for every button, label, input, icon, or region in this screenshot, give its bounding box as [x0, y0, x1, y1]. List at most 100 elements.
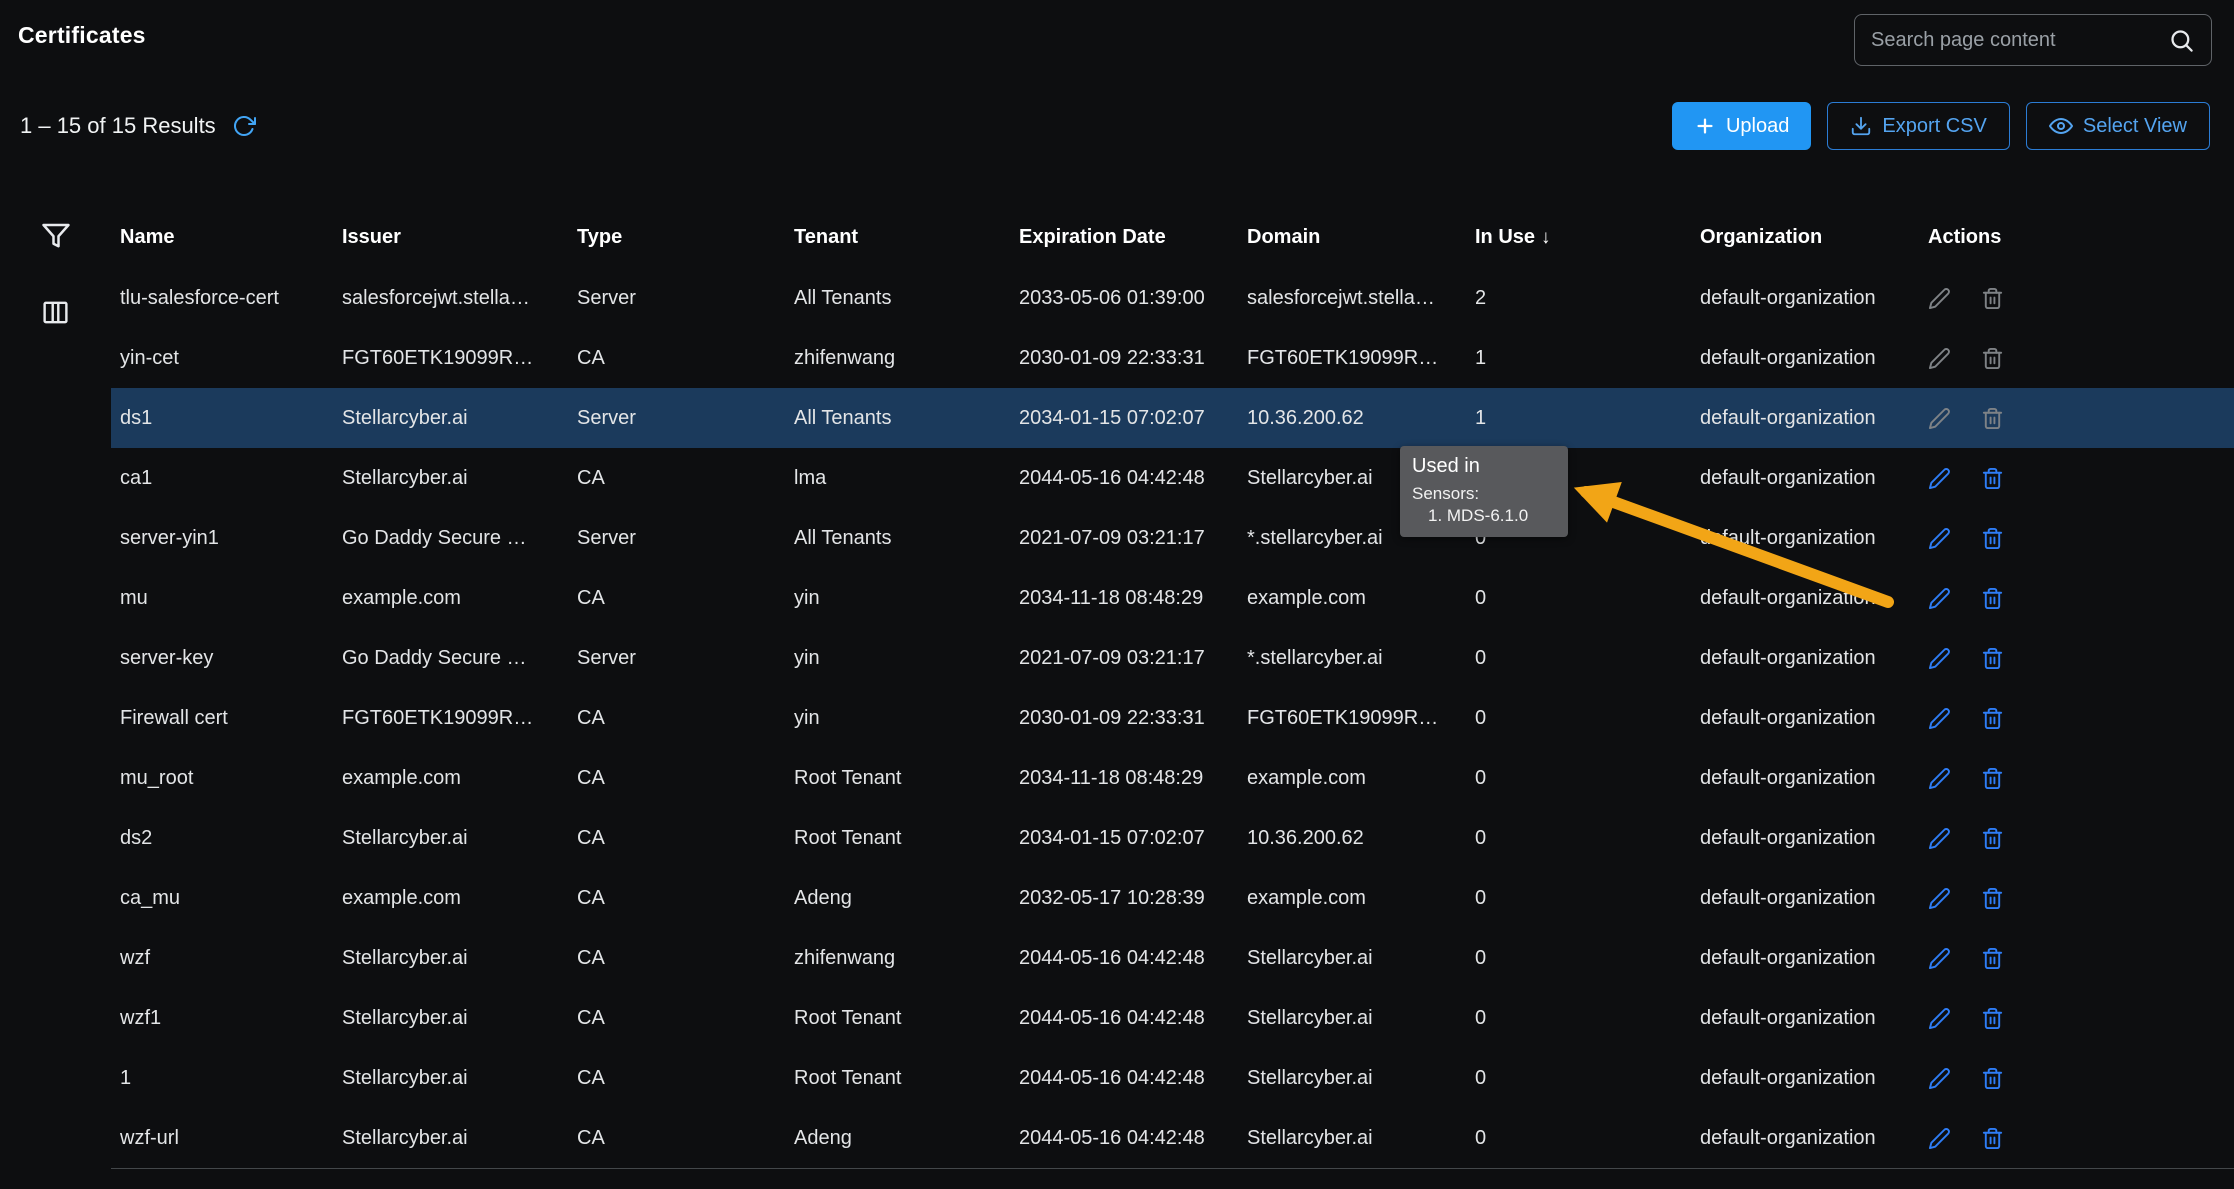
- export-csv-button[interactable]: Export CSV: [1827, 102, 2009, 150]
- column-header-organization[interactable]: Organization: [1700, 206, 1928, 268]
- table-row[interactable]: server-key Go Daddy Secure … Server yin …: [111, 628, 2234, 688]
- column-header-issuer[interactable]: Issuer: [342, 206, 577, 268]
- delete-icon[interactable]: [1981, 707, 2004, 730]
- edit-icon[interactable]: [1928, 827, 1951, 850]
- delete-icon[interactable]: [1981, 467, 2004, 490]
- cell-type: CA: [577, 988, 794, 1048]
- delete-icon[interactable]: [1981, 647, 2004, 670]
- column-label: Type: [577, 226, 622, 248]
- column-header-name[interactable]: Name: [111, 206, 342, 268]
- table-row[interactable]: wzf-url Stellarcyber.ai CA Adeng 2044-05…: [111, 1108, 2234, 1168]
- column-header-type[interactable]: Type: [577, 206, 794, 268]
- search-icon[interactable]: [2168, 27, 2195, 54]
- cell-expiration-date: 2034-11-18 08:48:29: [1019, 568, 1247, 628]
- cell-issuer: example.com: [342, 568, 577, 628]
- delete-icon[interactable]: [1981, 767, 2004, 790]
- cell-actions: [1928, 928, 2234, 988]
- cell-type: Server: [577, 388, 794, 448]
- edit-icon[interactable]: [1928, 1007, 1951, 1030]
- delete-icon[interactable]: [1981, 827, 2004, 850]
- table-row[interactable]: ca_mu example.com CA Adeng 2032-05-17 10…: [111, 868, 2234, 928]
- cell-in-use: 2: [1475, 268, 1700, 328]
- toolbar-buttons: Upload Export CSV Select View: [1672, 102, 2210, 150]
- column-header-in-use[interactable]: In Use↓: [1475, 206, 1700, 268]
- table-row[interactable]: ds2 Stellarcyber.ai CA Root Tenant 2034-…: [111, 808, 2234, 868]
- cell-type: CA: [577, 688, 794, 748]
- table-header-row: NameIssuerType TenantExpiration DateDomai…: [111, 206, 2234, 268]
- delete-icon[interactable]: [1981, 887, 2004, 910]
- edit-icon[interactable]: [1928, 767, 1951, 790]
- cell-tenant: Root Tenant: [794, 1048, 1019, 1108]
- select-view-button[interactable]: Select View: [2026, 102, 2210, 150]
- edit-icon[interactable]: [1928, 527, 1951, 550]
- delete-icon: [1981, 347, 2004, 370]
- cell-name: mu: [111, 568, 342, 628]
- results-bar: 1 – 15 of 15 Results Upload Export CSV S…: [0, 72, 2234, 150]
- cell-domain: Stellarcyber.ai: [1247, 988, 1475, 1048]
- cell-type: CA: [577, 568, 794, 628]
- cell-type: Server: [577, 508, 794, 568]
- table-row[interactable]: mu example.com CA yin 2034-11-18 08:48:2…: [111, 568, 2234, 628]
- edit-icon[interactable]: [1928, 887, 1951, 910]
- cell-in-use: 0: [1475, 808, 1700, 868]
- edit-icon[interactable]: [1928, 1067, 1951, 1090]
- cell-name: mu_root: [111, 748, 342, 808]
- edit-icon[interactable]: [1928, 707, 1951, 730]
- search-input[interactable]: [1871, 29, 2168, 52]
- edit-icon[interactable]: [1928, 467, 1951, 490]
- cell-expiration-date: 2044-05-16 04:42:48: [1019, 1048, 1247, 1108]
- delete-icon[interactable]: [1981, 1067, 2004, 1090]
- edit-icon[interactable]: [1928, 947, 1951, 970]
- edit-icon[interactable]: [1928, 647, 1951, 670]
- cell-issuer: FGT60ETK19099R…: [342, 328, 577, 388]
- table-row[interactable]: wzf Stellarcyber.ai CA zhifenwang 2044-0…: [111, 928, 2234, 988]
- delete-icon[interactable]: [1981, 947, 2004, 970]
- upload-button[interactable]: Upload: [1672, 102, 1811, 150]
- column-header-domain[interactable]: Domain: [1247, 206, 1475, 268]
- table-row[interactable]: tlu-salesforce-cert salesforcejwt.stella…: [111, 268, 2234, 328]
- cell-name: wzf: [111, 928, 342, 988]
- table-row[interactable]: Firewall cert FGT60ETK19099R… CA yin 203…: [111, 688, 2234, 748]
- table-row[interactable]: 1 Stellarcyber.ai CA Root Tenant 2044-05…: [111, 1048, 2234, 1108]
- table-row[interactable]: wzf1 Stellarcyber.ai CA Root Tenant 2044…: [111, 988, 2234, 1048]
- column-header-actions[interactable]: Actions: [1928, 206, 2234, 268]
- sort-descending-icon: ↓: [1541, 227, 1551, 248]
- columns-icon[interactable]: [41, 298, 70, 327]
- table-row[interactable]: mu_root example.com CA Root Tenant 2034-…: [111, 748, 2234, 808]
- cell-issuer: Go Daddy Secure …: [342, 628, 577, 688]
- search-box[interactable]: [1854, 14, 2212, 66]
- cell-organization: default-organization: [1700, 508, 1928, 568]
- table-row[interactable]: ds1 Stellarcyber.ai Server All Tenants 2…: [111, 388, 2234, 448]
- edit-icon: [1928, 407, 1951, 430]
- table-row[interactable]: server-yin1 Go Daddy Secure … Server All…: [111, 508, 2234, 568]
- tooltip-title: Used in: [1412, 455, 1556, 478]
- table-row[interactable]: ca1 Stellarcyber.ai CA lma 2044-05-16 04…: [111, 448, 2234, 508]
- cell-expiration-date: 2034-01-15 07:02:07: [1019, 808, 1247, 868]
- refresh-icon[interactable]: [232, 114, 256, 138]
- edit-icon[interactable]: [1928, 1127, 1951, 1150]
- delete-icon[interactable]: [1981, 527, 2004, 550]
- table-row[interactable]: yin-cet FGT60ETK19099R… CA zhifenwang 20…: [111, 328, 2234, 388]
- cell-tenant: All Tenants: [794, 268, 1019, 328]
- download-icon: [1850, 115, 1872, 137]
- cell-tenant: Root Tenant: [794, 988, 1019, 1048]
- cell-organization: default-organization: [1700, 808, 1928, 868]
- cell-name: server-yin1: [111, 508, 342, 568]
- cell-actions: [1928, 628, 2234, 688]
- export-csv-button-label: Export CSV: [1882, 115, 1986, 138]
- column-header-expiration-date[interactable]: Expiration Date: [1019, 206, 1247, 268]
- delete-icon[interactable]: [1981, 1127, 2004, 1150]
- cell-in-use: 0: [1475, 688, 1700, 748]
- cell-domain: FGT60ETK19099R…: [1247, 328, 1475, 388]
- cell-actions: [1928, 568, 2234, 628]
- cell-tenant: Adeng: [794, 1108, 1019, 1168]
- topbar: Certificates: [0, 0, 2234, 72]
- column-header-tenant[interactable]: Tenant: [794, 206, 1019, 268]
- edit-icon[interactable]: [1928, 587, 1951, 610]
- delete-icon[interactable]: [1981, 587, 2004, 610]
- filter-icon[interactable]: [41, 220, 71, 250]
- cell-organization: default-organization: [1700, 748, 1928, 808]
- cell-type: CA: [577, 868, 794, 928]
- delete-icon: [1981, 287, 2004, 310]
- delete-icon[interactable]: [1981, 1007, 2004, 1030]
